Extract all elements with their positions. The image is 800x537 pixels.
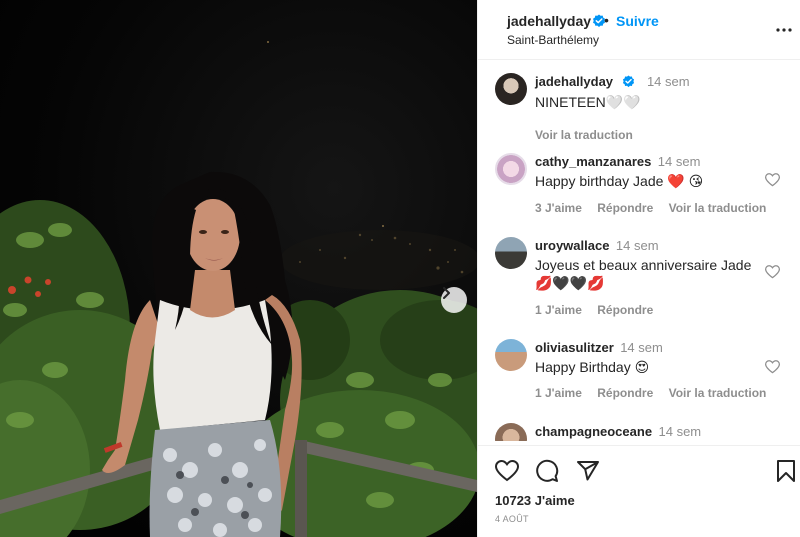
comment-header: oliviasulitzer 14 sem [535,339,663,357]
heart-icon[interactable] [765,265,780,279]
comment-text-line2: 💋🖤🖤💋 [535,275,605,291]
comment-time[interactable]: 14 sem [659,424,702,439]
caption-time[interactable]: 14 sem [647,74,690,89]
post-photo[interactable] [0,0,477,537]
comments-list[interactable]: jadehallyday 14 sem NINETEEN🤍🤍 Voir la t… [478,61,800,441]
avatar[interactable] [495,153,527,185]
caption-username[interactable]: jadehallyday [535,74,613,89]
reply-link[interactable]: Répondre [597,303,653,317]
comment-likes[interactable]: 1 J'aime [535,303,582,317]
next-photo-button[interactable] [441,287,467,313]
comment-meta: 1 J'aime Répondre [535,303,665,317]
comment-time[interactable]: 14 sem [616,238,659,253]
bookmark-icon[interactable] [776,459,796,483]
heart-icon[interactable] [765,360,780,374]
comment-header: cathy_manzanares 14 sem [535,153,700,171]
see-translation-link[interactable]: Voir la traduction [669,386,767,400]
avatar[interactable] [495,73,527,105]
comment-likes[interactable]: 1 J'aime [535,386,582,400]
photo-scene [0,41,477,537]
avatar[interactable] [495,339,527,371]
caption-header: jadehallyday 14 sem [535,73,690,91]
comment-username[interactable]: uroywallace [535,238,609,253]
avatar[interactable] [495,237,527,269]
verified-badge-icon [622,75,634,88]
comment-text: Happy Birthday 😍 [535,359,650,375]
comment-text: Happy birthday Jade ❤️ 😘 [535,173,704,189]
comment-likes[interactable]: 3 J'aime [535,201,582,215]
share-icon[interactable] [576,459,600,483]
comment-header: champagneoceane 14 sem [535,423,701,441]
comment-meta: 1 J'aime Répondre Voir la traduction [535,386,778,400]
action-bar: 10723 J'aime 4 AOÛT [478,445,800,537]
author-username[interactable]: jadehallyday [507,13,591,29]
post-location[interactable]: Saint-Barthélemy [507,33,599,47]
likes-count[interactable]: 10723 J'aime [495,493,575,508]
comment-text: Joyeus et beaux anniversaire Jade [535,257,752,273]
heart-icon[interactable] [765,173,780,187]
comment-username[interactable]: champagneoceane [535,424,652,439]
more-options-icon[interactable] [776,22,792,38]
comment-icon[interactable] [535,459,559,483]
caption-meta: Voir la traduction [535,128,645,142]
comment-time[interactable]: 14 sem [658,154,701,169]
reply-link[interactable]: Répondre [597,201,653,215]
see-translation-link[interactable]: Voir la traduction [535,128,633,142]
heart-icon[interactable] [495,460,519,482]
chevron-right-icon [443,287,450,299]
post-header: jadehallyday • Suivre Saint-Barthélemy [478,0,800,60]
follow-button[interactable]: Suivre [616,13,659,29]
comment-header: uroywallace 14 sem [535,237,659,255]
caption-text: NINETEEN🤍🤍 [535,94,641,110]
comment-username[interactable]: cathy_manzanares [535,154,651,169]
avatar[interactable] [495,423,527,441]
separator-dot: • [604,12,609,28]
post-details-panel: jadehallyday • Suivre Saint-Barthélemy j… [477,0,800,537]
see-translation-link[interactable]: Voir la traduction [669,201,767,215]
comment-time[interactable]: 14 sem [620,340,663,355]
post-date[interactable]: 4 AOÛT [495,514,529,524]
reply-link[interactable]: Répondre [597,386,653,400]
comment-meta: 3 J'aime Répondre Voir la traduction [535,201,778,215]
comment-username[interactable]: oliviasulitzer [535,340,614,355]
